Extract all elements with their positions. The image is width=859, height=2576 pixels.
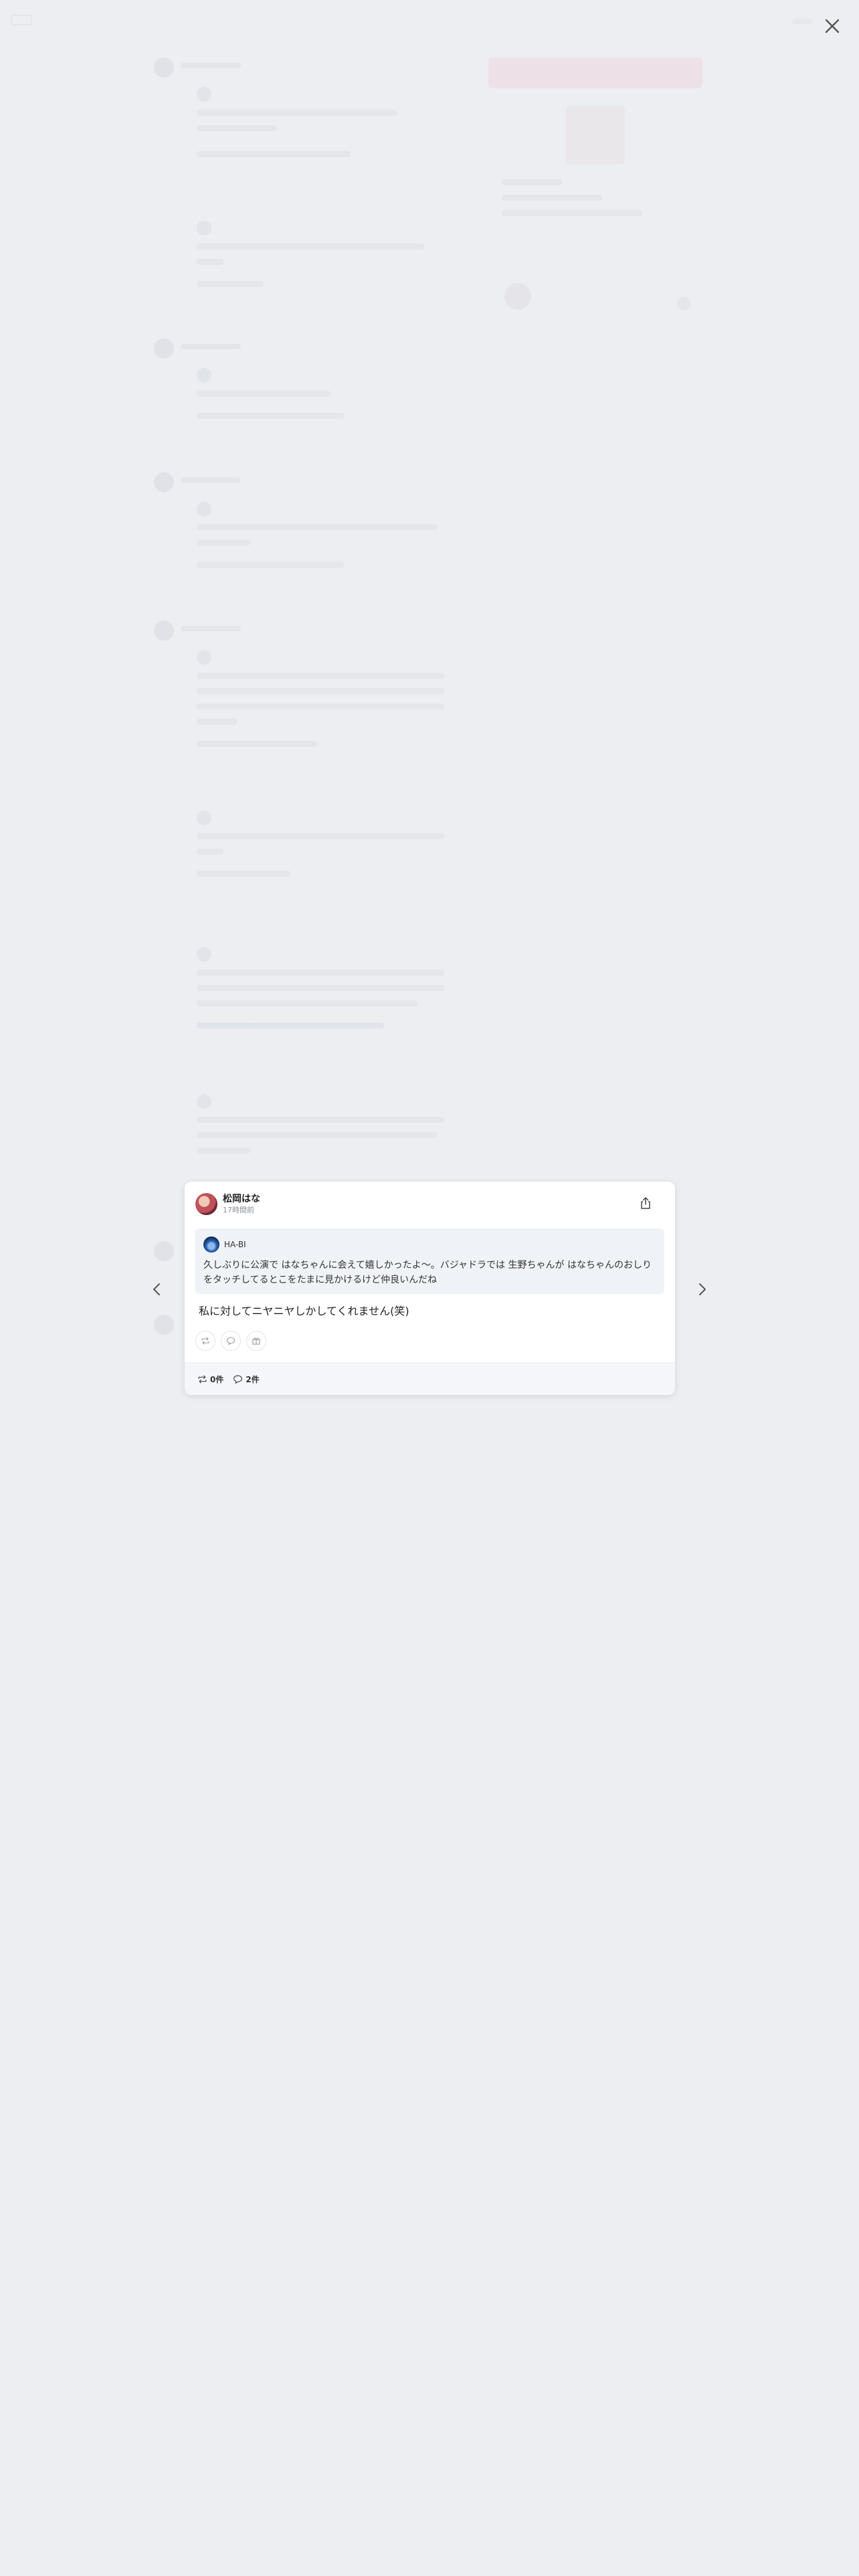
header-link-placeholder bbox=[792, 19, 812, 24]
author-avatar[interactable] bbox=[195, 1193, 217, 1215]
repost-count[interactable]: 0件 bbox=[197, 1374, 223, 1385]
close-button[interactable] bbox=[821, 15, 844, 37]
repost-icon bbox=[201, 1337, 209, 1345]
site-logo bbox=[11, 15, 32, 25]
repost-icon bbox=[198, 1375, 207, 1383]
author-name[interactable]: 松岡はな bbox=[223, 1194, 260, 1205]
comment-count[interactable]: 2件 bbox=[233, 1374, 260, 1385]
comment-count-label: 2件 bbox=[246, 1374, 260, 1384]
quoted-post-text: 久しぶりに公演で はなちゃんに会えて嬉しかったよ〜。バジャドラでは 生野ちゃんが… bbox=[203, 1260, 652, 1285]
post-header: 松岡はな 17時間前 bbox=[195, 1193, 260, 1215]
next-post-button[interactable] bbox=[692, 1276, 712, 1303]
previous-post-button[interactable] bbox=[147, 1276, 167, 1303]
background-sidebar bbox=[488, 58, 702, 312]
comment-icon bbox=[233, 1375, 243, 1384]
repost-button[interactable] bbox=[195, 1331, 215, 1351]
post-actions bbox=[195, 1331, 272, 1351]
close-icon bbox=[825, 19, 840, 33]
post-body: 私に対してニヤニヤしかしてくれません(笑) bbox=[199, 1305, 409, 1317]
quoted-author-name: HA-BI bbox=[224, 1240, 246, 1249]
post-timestamp: 17時間前 bbox=[223, 1205, 254, 1214]
gift-icon bbox=[252, 1337, 261, 1345]
comment-icon bbox=[226, 1337, 235, 1346]
quoted-post[interactable]: HA-BI 久しぶりに公演で はなちゃんに会えて嬉しかったよ〜。バジャドラでは … bbox=[195, 1228, 664, 1294]
share-button[interactable] bbox=[637, 1194, 654, 1212]
share-icon bbox=[641, 1197, 650, 1209]
post-footer: 0件 2件 bbox=[185, 1362, 675, 1395]
chevron-left-icon bbox=[153, 1283, 160, 1295]
repost-count-label: 0件 bbox=[210, 1374, 224, 1384]
gift-button[interactable] bbox=[246, 1331, 266, 1351]
comment-button[interactable] bbox=[221, 1331, 241, 1351]
quoted-author-avatar bbox=[203, 1237, 219, 1253]
post-modal: 松岡はな 17時間前 HA-BI 久しぶりに公演で はなちゃんに会えて嬉しかった… bbox=[185, 1182, 675, 1395]
chevron-right-icon bbox=[699, 1283, 706, 1295]
